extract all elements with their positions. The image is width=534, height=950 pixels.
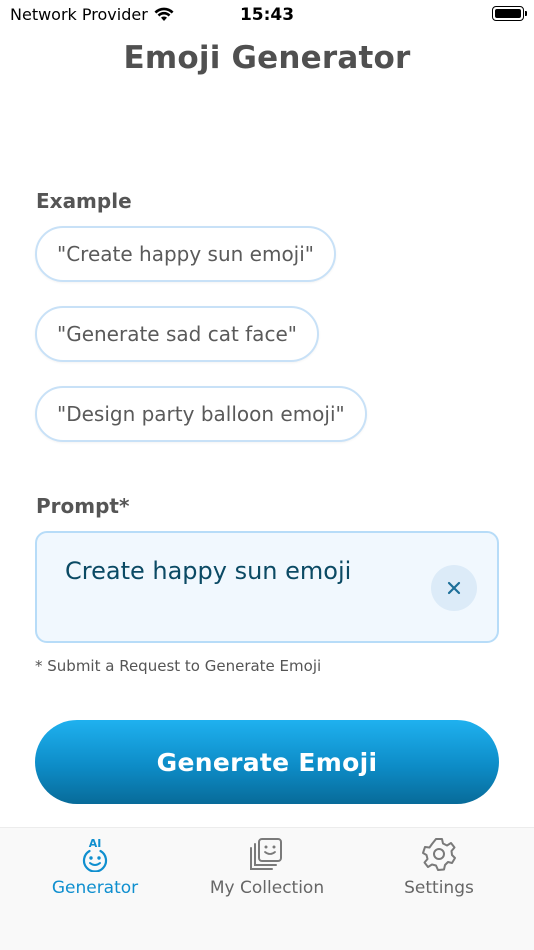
tab-label: My Collection (209, 878, 325, 898)
tab-bar: AI Generator My Collection Settings (0, 827, 534, 950)
prompt-hint: * Submit a Request to Generate Emoji (35, 657, 322, 675)
ai-smiley-icon: AI (82, 837, 108, 872)
example-chip[interactable]: "Design party balloon emoji" (35, 386, 367, 442)
tab-settings[interactable]: Settings (359, 836, 519, 898)
example-label: Example (36, 189, 132, 213)
collection-icon (250, 838, 282, 870)
example-chip[interactable]: "Create happy sun emoji" (35, 226, 336, 282)
tab-generator[interactable]: AI Generator (15, 836, 175, 898)
example-chip[interactable]: "Generate sad cat face" (35, 306, 319, 362)
close-icon (447, 581, 461, 595)
status-bar: Network Provider 15:43 (0, 0, 534, 30)
prompt-value[interactable]: Create happy sun emoji (65, 557, 351, 585)
prompt-input[interactable]: Create happy sun emoji (35, 531, 499, 643)
gear-icon (422, 838, 456, 871)
status-right (492, 6, 527, 21)
status-time: 15:43 (239, 5, 295, 25)
tab-label: Settings (404, 878, 474, 898)
tab-label: Generator (51, 878, 139, 898)
clear-prompt-button[interactable] (431, 565, 477, 611)
generate-emoji-button[interactable]: Generate Emoji (35, 720, 499, 804)
tab-my-collection[interactable]: My Collection (187, 836, 347, 898)
svg-text:AI: AI (89, 837, 102, 850)
prompt-label: Prompt* (36, 494, 130, 518)
page-title: Emoji Generator (123, 40, 411, 76)
screen: Network Provider 15:43 Emoji Generator E… (0, 0, 534, 950)
battery-icon (492, 6, 527, 21)
generate-button-label: Generate Emoji (156, 747, 378, 777)
